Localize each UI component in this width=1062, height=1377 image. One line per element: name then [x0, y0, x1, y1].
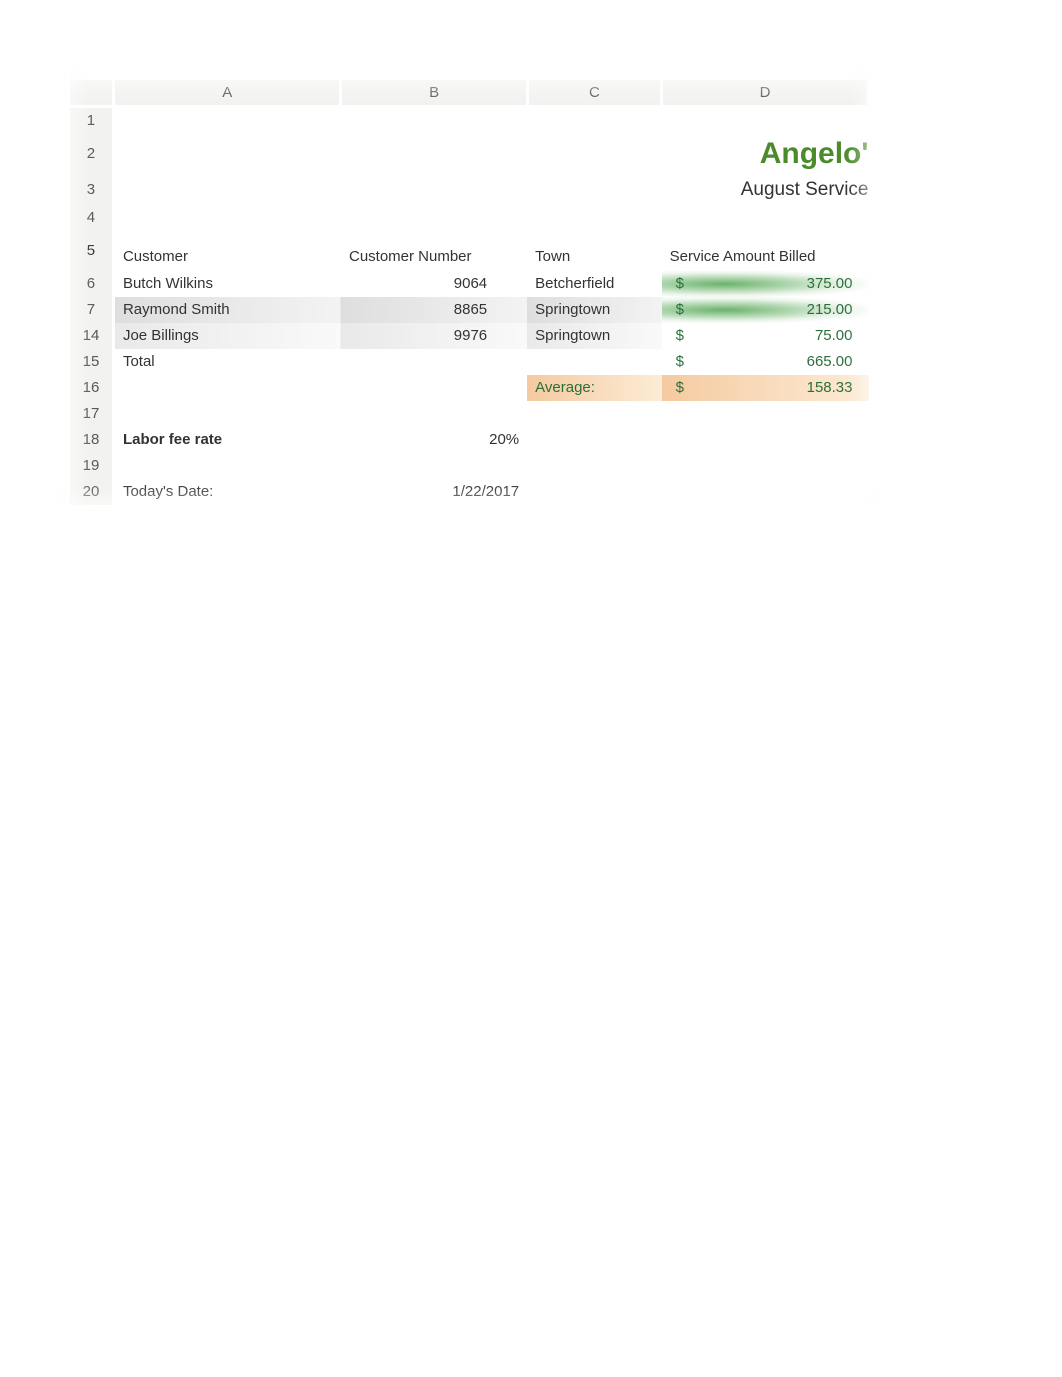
row-19: 19 — [70, 453, 869, 479]
subtitle-cell[interactable]: August Service — [113, 175, 868, 205]
cell[interactable] — [662, 401, 869, 427]
col-header-B[interactable]: B — [341, 80, 527, 106]
header-customer[interactable]: Customer — [113, 231, 341, 271]
cell[interactable] — [341, 375, 527, 401]
row-14: 14 Joe Billings 9976 Springtown $ 75.00 — [70, 323, 869, 349]
amount-value: 75.00 — [815, 327, 853, 344]
amount-value: 158.33 — [807, 379, 853, 396]
labor-fee-label[interactable]: Labor fee rate — [113, 427, 341, 453]
today-label[interactable]: Today's Date: — [113, 479, 341, 505]
cell[interactable] — [113, 375, 341, 401]
cell[interactable] — [527, 205, 661, 231]
cell-town[interactable]: Springtown — [527, 323, 661, 349]
row-header[interactable]: 5 — [70, 231, 113, 271]
cell[interactable] — [527, 479, 661, 505]
cell-customer[interactable]: Joe Billings — [113, 323, 341, 349]
cell-customer-number[interactable]: 9976 — [341, 323, 527, 349]
currency-symbol: $ — [670, 275, 684, 292]
row-header[interactable]: 15 — [70, 349, 113, 375]
row-5: 5 Customer Customer Number Town Service … — [70, 231, 869, 271]
row-20: 20 Today's Date: 1/22/2017 — [70, 479, 869, 505]
header-service-amount[interactable]: Service Amount Billed — [662, 231, 869, 271]
cell[interactable] — [113, 205, 341, 231]
cell[interactable] — [662, 479, 869, 505]
cell[interactable] — [527, 401, 661, 427]
row-18: 18 Labor fee rate 20% — [70, 427, 869, 453]
cell[interactable] — [341, 401, 527, 427]
row-7: 7 Raymond Smith 8865 Springtown $ 215.00 — [70, 297, 869, 323]
amount-value: 215.00 — [807, 301, 853, 318]
row-3: 3 August Service — [70, 175, 869, 205]
row-header[interactable]: 20 — [70, 479, 113, 505]
row-header[interactable]: 4 — [70, 205, 113, 231]
col-header-A[interactable]: A — [113, 80, 341, 106]
labor-fee-value[interactable]: 20% — [341, 427, 527, 453]
currency-symbol: $ — [670, 353, 684, 370]
average-amount[interactable]: $ 158.33 — [662, 375, 869, 401]
cell[interactable] — [113, 106, 341, 133]
corner-cell[interactable] — [70, 80, 113, 106]
cell-customer[interactable]: Butch Wilkins — [113, 271, 341, 297]
cell[interactable] — [662, 453, 869, 479]
row-header[interactable]: 16 — [70, 375, 113, 401]
cell-customer-number[interactable]: 9064 — [341, 271, 527, 297]
row-15: 15 Total $ 665.00 — [70, 349, 869, 375]
row-16: 16 Average: $ 158.33 — [70, 375, 869, 401]
cell-town[interactable]: Betcherfield — [527, 271, 661, 297]
amount-value: 665.00 — [807, 353, 853, 370]
amount-value: 375.00 — [807, 275, 853, 292]
row-2: 2 Angelo' — [70, 133, 869, 175]
cell[interactable] — [113, 453, 341, 479]
cell[interactable] — [662, 205, 869, 231]
row-17: 17 — [70, 401, 869, 427]
cell-amount[interactable]: $ 375.00 — [662, 271, 869, 297]
row-header[interactable]: 17 — [70, 401, 113, 427]
cell[interactable] — [527, 106, 661, 133]
col-header-C[interactable]: C — [527, 80, 661, 106]
cell[interactable] — [341, 349, 527, 375]
column-header-row: A B C D — [70, 80, 869, 106]
cell[interactable] — [527, 453, 661, 479]
title-cell[interactable]: Angelo' — [113, 133, 868, 175]
cell-town[interactable]: Springtown — [527, 297, 661, 323]
row-header[interactable]: 1 — [70, 106, 113, 133]
row-4: 4 — [70, 205, 869, 231]
today-value[interactable]: 1/22/2017 — [341, 479, 527, 505]
row-header[interactable]: 14 — [70, 323, 113, 349]
total-label[interactable]: Total — [113, 349, 341, 375]
cell-customer-number[interactable]: 8865 — [341, 297, 527, 323]
row-1: 1 — [70, 106, 869, 133]
currency-symbol: $ — [670, 379, 684, 396]
cell-amount[interactable]: $ 75.00 — [662, 323, 869, 349]
cell[interactable] — [527, 349, 661, 375]
row-header[interactable]: 6 — [70, 271, 113, 297]
cell-amount[interactable]: $ 215.00 — [662, 297, 869, 323]
header-town[interactable]: Town — [527, 231, 661, 271]
total-amount[interactable]: $ 665.00 — [662, 349, 869, 375]
header-customer-number[interactable]: Customer Number — [341, 231, 527, 271]
currency-symbol: $ — [670, 327, 684, 344]
row-header[interactable]: 18 — [70, 427, 113, 453]
cell[interactable] — [662, 106, 869, 133]
cell[interactable] — [113, 401, 341, 427]
cell[interactable] — [341, 106, 527, 133]
cell[interactable] — [341, 205, 527, 231]
spreadsheet: A B C D 1 2 Angelo' 3 August Service — [70, 80, 870, 505]
row-header[interactable]: 19 — [70, 453, 113, 479]
cell-customer[interactable]: Raymond Smith — [113, 297, 341, 323]
grid: A B C D 1 2 Angelo' 3 August Service — [70, 80, 870, 505]
row-header[interactable]: 3 — [70, 175, 113, 205]
cell[interactable] — [527, 427, 661, 453]
row-header[interactable]: 7 — [70, 297, 113, 323]
col-header-D[interactable]: D — [662, 80, 869, 106]
cell[interactable] — [341, 453, 527, 479]
row-6: 6 Butch Wilkins 9064 Betcherfield $ 375.… — [70, 271, 869, 297]
cell[interactable] — [662, 427, 869, 453]
currency-symbol: $ — [670, 301, 684, 318]
row-header[interactable]: 2 — [70, 133, 113, 175]
average-label[interactable]: Average: — [527, 375, 661, 401]
